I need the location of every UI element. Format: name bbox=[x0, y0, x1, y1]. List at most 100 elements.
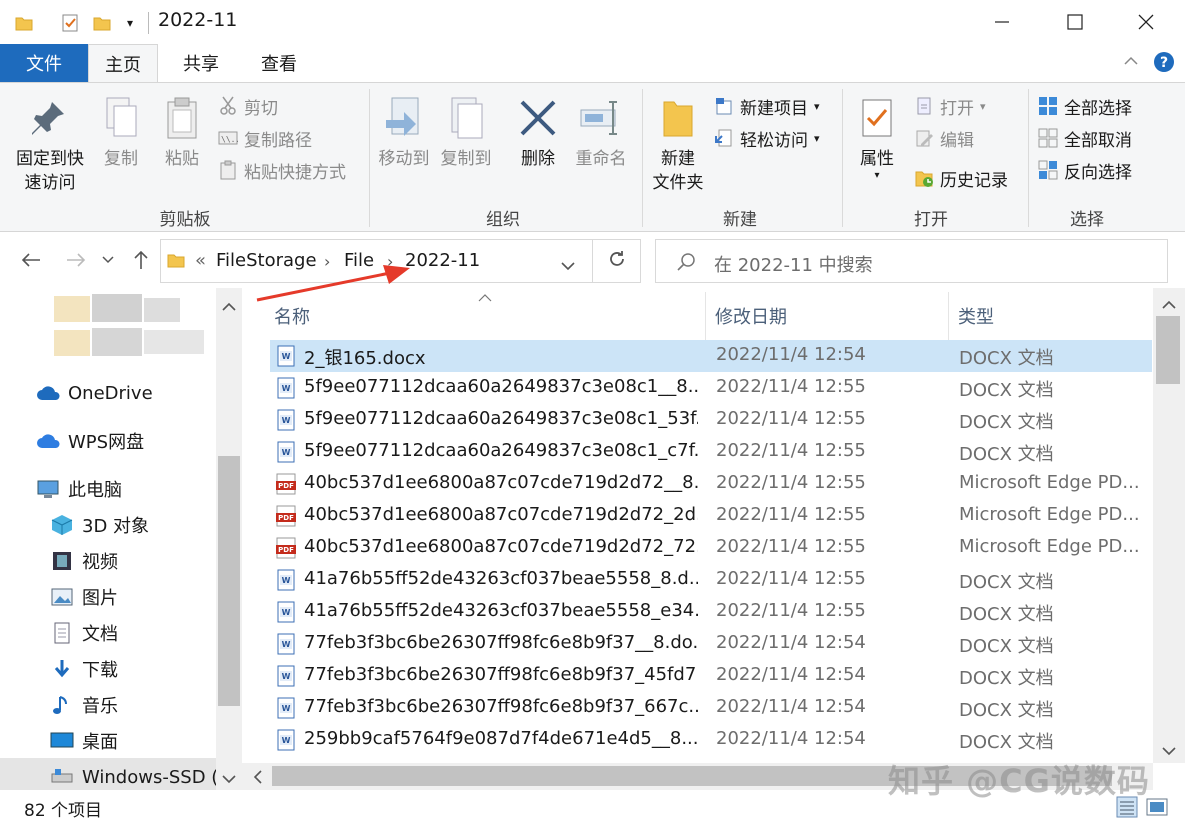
file-row[interactable]: PDF 40bc537d1ee6800a87c07cde719d2d72_72..… bbox=[270, 532, 1152, 564]
scissors-icon bbox=[218, 96, 238, 116]
nav-drive-c[interactable]: Windows-SSD (C bbox=[50, 760, 231, 790]
search-input[interactable]: 在 2022-11 中搜索 bbox=[714, 251, 873, 277]
nav-music[interactable]: 音乐 bbox=[50, 688, 118, 722]
nav-wps[interactable]: WPS网盘 bbox=[36, 424, 144, 458]
new-item-button[interactable]: 新建项目 ▾ bbox=[714, 91, 820, 121]
cut-label: 剪切 bbox=[244, 98, 278, 119]
column-date[interactable]: 修改日期 bbox=[715, 296, 945, 336]
nav-downloads[interactable]: 下载 bbox=[50, 652, 118, 686]
scroll-down-icon[interactable] bbox=[221, 770, 237, 789]
chevron-down-icon[interactable] bbox=[561, 256, 575, 275]
new-folder-quick-icon[interactable] bbox=[92, 12, 112, 34]
scroll-left-icon[interactable] bbox=[252, 769, 264, 789]
file-row[interactable]: PDF 40bc537d1ee6800a87c07cde719d2d72__8..… bbox=[270, 468, 1152, 500]
edit-button[interactable]: 编辑 bbox=[914, 123, 974, 153]
help-icon[interactable]: ? bbox=[1153, 51, 1175, 77]
scroll-up-icon[interactable] bbox=[1161, 296, 1177, 315]
new-folder-label-1: 新建 bbox=[661, 149, 695, 169]
file-date: 2022/11/4 12:55 bbox=[716, 536, 866, 557]
close-icon[interactable] bbox=[1128, 6, 1164, 38]
column-divider[interactable] bbox=[948, 292, 949, 340]
scroll-down-icon[interactable] bbox=[1161, 742, 1177, 761]
properties-button[interactable]: 属性 ▾ bbox=[850, 93, 904, 181]
history-icon bbox=[914, 168, 934, 188]
file-row[interactable]: W 41a76b55ff52de43263cf037beae5558_8.d...… bbox=[270, 564, 1152, 596]
open-button[interactable]: 打开 ▾ bbox=[914, 91, 986, 121]
pin-quick-access-button[interactable]: 固定到快 速访问 bbox=[8, 93, 92, 195]
breadcrumb-current[interactable]: 2022-11 bbox=[405, 250, 480, 271]
cube-icon bbox=[50, 514, 74, 536]
file-row[interactable]: W 5f9ee077112dcaa60a2649837c3e08c1_c7f...… bbox=[270, 436, 1152, 468]
file-date: 2022/11/4 12:54 bbox=[716, 728, 866, 749]
nav-videos[interactable]: 视频 bbox=[50, 544, 118, 578]
tab-file[interactable]: 文件 bbox=[0, 44, 88, 82]
file-row[interactable]: W 77feb3f3bc6be26307ff98fc6e8b9f37__8.do.… bbox=[270, 628, 1152, 660]
easy-access-button[interactable]: 轻松访问 ▾ bbox=[714, 123, 820, 153]
blurred-quick-access bbox=[54, 290, 208, 362]
pin-label-2: 速访问 bbox=[24, 173, 76, 193]
tab-view[interactable]: 查看 bbox=[244, 44, 314, 82]
breadcrumb-overflow[interactable]: « bbox=[195, 250, 206, 271]
properties-quick-icon[interactable] bbox=[60, 12, 80, 34]
file-row[interactable]: W 5f9ee077112dcaa60a2649837c3e08c1_53f...… bbox=[270, 404, 1152, 436]
collapse-ribbon-icon[interactable] bbox=[1122, 52, 1140, 75]
nav-3d-objects[interactable]: 3D 对象 bbox=[50, 508, 149, 542]
file-row[interactable]: W 2_银165.docx 2022/11/4 12:54 DOCX 文档 bbox=[270, 340, 1152, 372]
file-name: 2_银165.docx bbox=[304, 348, 426, 369]
file-row[interactable]: PDF 40bc537d1ee6800a87c07cde719d2d72_2d..… bbox=[270, 500, 1152, 532]
file-row[interactable]: W 41a76b55ff52de43263cf037beae5558_e34...… bbox=[270, 596, 1152, 628]
delete-button[interactable]: 删除 bbox=[512, 93, 564, 171]
scroll-up-icon[interactable] bbox=[221, 298, 237, 317]
easy-access-icon bbox=[714, 128, 734, 148]
file-row[interactable]: W 259bb9caf5764f9e087d7f4de671e4d5__8....… bbox=[270, 724, 1152, 756]
tab-share[interactable]: 共享 bbox=[166, 44, 236, 82]
nav-scroll-thumb[interactable] bbox=[218, 456, 240, 706]
file-row[interactable]: W 5f9ee077112dcaa60a2649837c3e08c1__8....… bbox=[270, 372, 1152, 404]
ribbon: 固定到快 速访问 复制 粘贴 剪切 \\.. 复制路径 粘贴快捷方式 剪贴板 bbox=[0, 82, 1185, 232]
new-folder-button[interactable]: 新建 文件夹 bbox=[648, 93, 708, 195]
select-none-button[interactable]: 全部取消 bbox=[1038, 123, 1132, 153]
nav-desktop[interactable]: 桌面 bbox=[50, 724, 118, 758]
organize-group-label: 组织 bbox=[486, 210, 520, 230]
svg-text:W: W bbox=[282, 736, 291, 745]
file-row[interactable]: W 77feb3f3bc6be26307ff98fc6e8b9f37_667c..… bbox=[270, 692, 1152, 724]
nav-music-label: 音乐 bbox=[82, 696, 118, 717]
file-type: DOCX 文档 bbox=[959, 572, 1054, 593]
paste-button[interactable]: 粘贴 bbox=[156, 93, 208, 171]
copy-button[interactable]: 复制 bbox=[96, 93, 146, 171]
recent-locations-icon[interactable] bbox=[96, 246, 120, 274]
maximize-icon[interactable] bbox=[1057, 6, 1093, 38]
history-button[interactable]: 历史记录 bbox=[914, 163, 1008, 193]
copy-to-button[interactable]: 复制到 bbox=[436, 93, 496, 171]
copy-path-button[interactable]: \\.. 复制路径 bbox=[218, 123, 312, 153]
rename-button[interactable]: 重命名 bbox=[570, 93, 632, 171]
file-row[interactable]: W 77feb3f3bc6be26307ff98fc6e8b9f37_45fd7.… bbox=[270, 660, 1152, 692]
back-arrow-icon[interactable] bbox=[17, 246, 45, 274]
group-separator bbox=[1028, 89, 1029, 227]
vertical-scroll-thumb[interactable] bbox=[1156, 316, 1180, 384]
paste-shortcut-button[interactable]: 粘贴快捷方式 bbox=[218, 155, 346, 185]
column-type[interactable]: 类型 bbox=[958, 296, 1148, 336]
invert-selection-button[interactable]: 反向选择 bbox=[1038, 155, 1132, 185]
tab-home[interactable]: 主页 bbox=[88, 44, 158, 83]
column-divider[interactable] bbox=[705, 292, 706, 340]
search-box[interactable]: 在 2022-11 中搜索 bbox=[655, 239, 1168, 283]
minimize-icon[interactable] bbox=[984, 6, 1020, 38]
select-all-button[interactable]: 全部选择 bbox=[1038, 91, 1132, 121]
forward-arrow-icon[interactable] bbox=[62, 246, 90, 274]
up-arrow-icon[interactable] bbox=[127, 246, 155, 274]
nav-drive-c-label: Windows-SSD (C bbox=[82, 766, 231, 788]
cut-button[interactable]: 剪切 bbox=[218, 91, 278, 121]
nav-onedrive-label: OneDrive bbox=[68, 382, 153, 404]
nav-pictures[interactable]: 图片 bbox=[50, 580, 118, 614]
nav-onedrive[interactable]: OneDrive bbox=[36, 376, 153, 410]
properties-label: 属性 bbox=[860, 149, 894, 169]
file-name: 77feb3f3bc6be26307ff98fc6e8b9f37__8.do..… bbox=[304, 632, 698, 653]
nav-this-pc[interactable]: 此电脑 bbox=[36, 472, 122, 506]
delete-x-icon bbox=[516, 93, 560, 143]
nav-documents[interactable]: 文档 bbox=[50, 616, 118, 650]
customize-toolbar-icon[interactable]: ▾ bbox=[120, 12, 140, 34]
move-to-button[interactable]: 移动到 bbox=[374, 93, 434, 171]
refresh-button[interactable] bbox=[593, 239, 641, 283]
file-name: 5f9ee077112dcaa60a2649837c3e08c1__8.... bbox=[304, 376, 698, 397]
